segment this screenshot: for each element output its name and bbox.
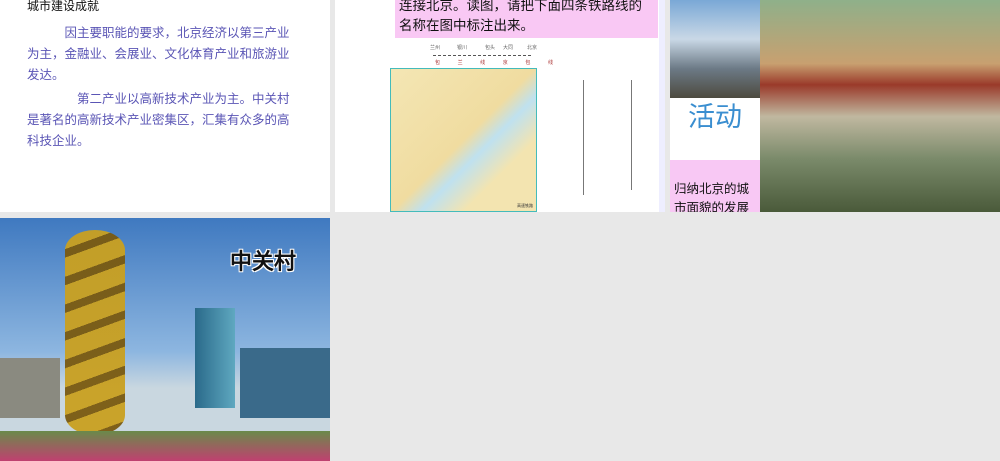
route-line	[433, 55, 531, 56]
station-label: 北京	[527, 45, 538, 51]
station-label: 兰州	[430, 45, 441, 51]
activity-text: 归纳北京的城市面貌的发展特	[670, 160, 760, 212]
paragraph-secondary-industry: 第二产业以高新技术产业为主。中关村是著名的高新技术产业密集区，汇集有众多的高科技…	[27, 91, 290, 148]
slide-thumbnail-1[interactable]: 城市建设成就 因主要职能的要求，北京经济以第三产业为主，金融业、会展业、文化体育…	[0, 0, 330, 212]
tiananmen-square-photo	[760, 0, 1000, 212]
scrollbar[interactable]	[659, 0, 665, 212]
dna-sculpture	[65, 230, 125, 435]
station-label: 银川	[457, 45, 468, 51]
paragraph-tertiary-industry: 因主要职能的要求，北京经济以第三产业为主，金融业、会展业、文化体育产业和旅游业发…	[27, 25, 290, 82]
slide-thumbnail-4[interactable]: 中关村	[0, 218, 330, 461]
railway-column-mid	[583, 80, 592, 195]
instruction-box: 连接北京。读图，请把下面四条铁路线的名称在图中标注出来。	[395, 0, 658, 38]
slide-thumbnail-2[interactable]: 连接北京。读图，请把下面四条铁路线的名称在图中标注出来。 兰州 银川 包头 大同…	[335, 0, 665, 212]
building	[195, 308, 235, 408]
railway-column-right	[631, 80, 640, 190]
railway-map: 高速铁路	[390, 68, 537, 212]
slide-title: 中关村	[230, 250, 297, 275]
building	[240, 348, 330, 418]
flowerbed	[0, 431, 330, 461]
building	[0, 358, 60, 418]
station-label: 包头	[485, 45, 496, 51]
city-skyline-photo	[670, 0, 760, 98]
station-label: 大同	[503, 45, 514, 51]
map-legend: 高速铁路	[517, 203, 533, 208]
slide-heading: 城市建设成就	[27, 0, 100, 13]
slide-thumbnail-3[interactable]: 活动 归纳北京的城市面貌的发展特	[670, 0, 1000, 212]
activity-title: 活动	[670, 98, 760, 160]
route-label: 包 兰 线 京 包 线	[435, 60, 561, 66]
